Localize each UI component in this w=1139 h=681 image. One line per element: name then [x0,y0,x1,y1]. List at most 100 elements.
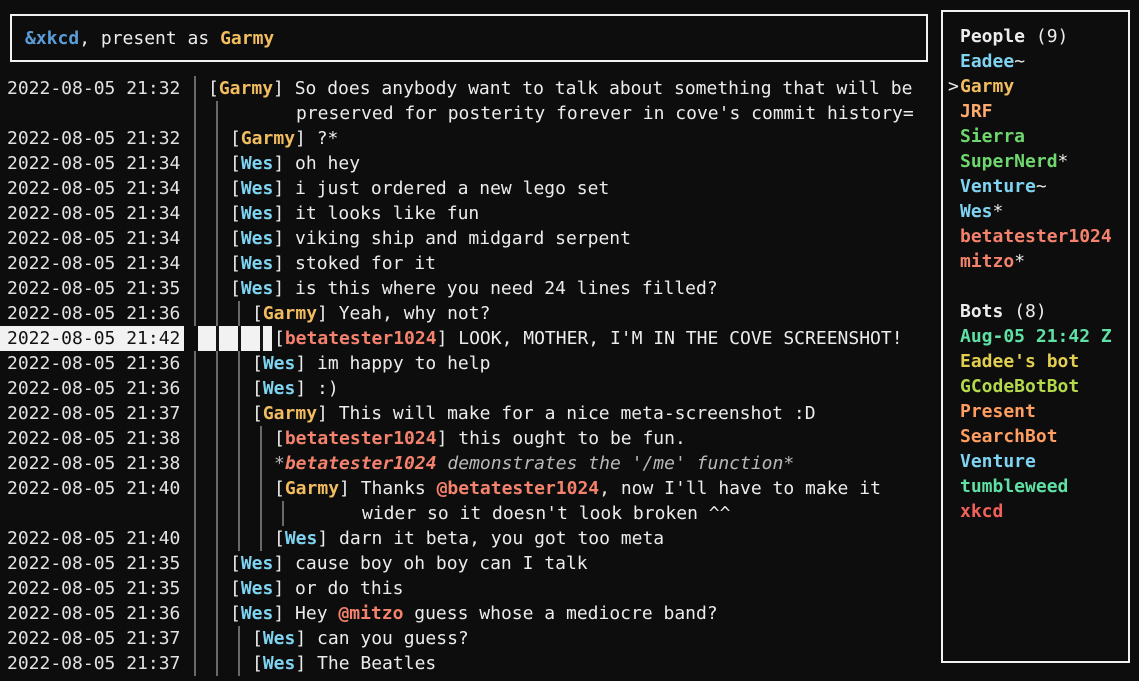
thread-bar [216,601,218,626]
person-item-betatester1024[interactable]: betatester1024 [943,224,1128,249]
thread-bar [216,626,218,651]
bot-item-aug-05-21-42-z[interactable]: Aug-05 21:42 Z [943,324,1128,349]
thread-bar [216,126,218,151]
person-item-supernerd[interactable]: SuperNerd* [943,149,1128,174]
timestamp: 2022-08-05 21:37 [7,651,180,676]
chat-row[interactable]: 2022-08-05 21:34[Wes] viking ship and mi… [0,226,935,251]
chat-row[interactable]: 2022-08-05 21:36[Wes] Hey @mitzo guess w… [0,601,935,626]
thread-bar [216,576,218,601]
message-text: [Wes] stoked for it [230,251,436,276]
thread-bar [194,551,196,576]
thread-bar [238,626,240,651]
person-name: Venture [960,176,1036,197]
chat-row[interactable]: 2022-08-05 21:35[Wes] cause boy oh boy c… [0,551,935,576]
timestamp: 2022-08-05 21:34 [7,226,180,251]
thread-bar [216,276,218,301]
person-item-venture[interactable]: Venture~ [943,174,1128,199]
thread-bar [216,201,218,226]
bot-item-gcodebotbot[interactable]: GCodeBotBot [943,374,1128,399]
chat-row[interactable]: 2022-08-05 21:37[Wes] The Beatles [0,651,935,676]
chat-row[interactable]: 2022-08-05 21:36[Garmy] Yeah, why not? [0,301,935,326]
chat-row[interactable]: 2022-08-05 21:34[Wes] stoked for it [0,251,935,276]
message-text: [Garmy] Thanks @betatester1024, now I'll… [274,476,881,501]
roster-panel: People (9) Eadee~>GarmyJRFSierraSuperNer… [941,10,1130,663]
chat-row[interactable]: 2022-08-05 21:35 [Wes] is this where you … [0,276,935,301]
person-item-sierra[interactable]: Sierra [943,124,1128,149]
chat-row[interactable]: preserved for posterity forever in cove'… [0,101,935,126]
thread-bar [260,526,262,551]
bot-item-present[interactable]: Present [943,399,1128,424]
thread-bar [216,551,218,576]
presence-suffix: ~ [1036,176,1047,197]
thread-bar [194,251,196,276]
chat-row[interactable]: 2022-08-05 21:32[Garmy] ?* [0,126,935,151]
thread-bar [238,426,240,451]
people-list: Eadee~>GarmyJRFSierraSuperNerd*Venture~W… [943,49,1128,274]
thread-bar [194,376,196,401]
highlight-gap [184,326,198,351]
thread-bar [238,651,240,676]
message-text: [Garmy] This will make for a nice meta-s… [252,401,816,426]
bots-title: Bots [960,301,1003,322]
chat-row[interactable]: 2022-08-05 21:40 [Garmy] Thanks @betatest… [0,476,935,501]
chat-log: 2022-08-05 21:32 [Garmy] So does anybody … [0,76,935,676]
chat-row[interactable]: 2022-08-05 21:35[Wes] or do this [0,576,935,601]
timestamp: 2022-08-05 21:35 [7,276,180,301]
bot-item-eadee-s-bot[interactable]: Eadee's bot [943,349,1128,374]
timestamp: 2022-08-05 21:40 [7,526,180,551]
bot-name: xkcd [960,501,1003,522]
chat-row[interactable]: 2022-08-05 21:38[betatester1024] this ou… [0,426,935,451]
thread-bar [216,351,218,376]
thread-bar [260,451,262,476]
thread-bar [194,351,196,376]
timestamp: 2022-08-05 21:36 [7,601,180,626]
thread-bar [216,176,218,201]
message-text: [Garmy] So does anybody want to talk abo… [208,76,912,101]
thread-bar [216,226,218,251]
message-text: *betatester1024 demonstrates the '/me' f… [274,451,794,476]
thread-bar [216,451,218,476]
thread-bar [194,601,196,626]
person-item-wes[interactable]: Wes* [943,199,1128,224]
person-item-mitzo[interactable]: mitzo* [943,249,1128,274]
message-text: [Wes] cause boy oh boy can I talk [230,551,588,576]
chat-row[interactable]: 2022-08-05 21:32[Garmy] So does anybody … [0,76,935,101]
chat-row[interactable]: wider so it doesn't look broken ^^ [0,501,935,526]
chat-row[interactable]: 2022-08-05 21:34[Wes] oh hey [0,151,935,176]
bot-item-venture[interactable]: Venture [943,449,1128,474]
person-item-garmy[interactable]: >Garmy [943,74,1128,99]
message-text: [Wes] is this where you need 24 lines fi… [230,276,718,301]
person-name: betatester1024 [960,226,1112,247]
timestamp: 2022-08-05 21:32 [7,126,180,151]
message-text: preserved for posterity forever in cove'… [296,101,914,126]
chat-row[interactable]: 2022-08-05 21:36 [Wes] :) [0,376,935,401]
timestamp: 2022-08-05 21:40 [7,476,180,501]
thread-bar [216,401,218,426]
presence-suffix: * [1014,251,1025,272]
chat-row[interactable]: 2022-08-05 21:34[Wes] i just ordered a n… [0,176,935,201]
chat-row-selected[interactable]: 2022-08-05 21:42[betatester1024] LOOK, M… [0,326,935,351]
bot-item-tumbleweed[interactable]: tumbleweed [943,474,1128,499]
person-item-eadee[interactable]: Eadee~ [943,49,1128,74]
bots-section-title: Bots (8) [943,299,1128,324]
message-text: [Wes] :) [252,376,339,401]
bot-item-searchbot[interactable]: SearchBot [943,424,1128,449]
chat-row[interactable]: 2022-08-05 21:38*betatester1024 demonstr… [0,451,935,476]
chat-row[interactable]: 2022-08-05 21:40[Wes] darn it beta, you … [0,526,935,551]
bot-name: SearchBot [960,426,1058,447]
timestamp: 2022-08-05 21:38 [7,426,180,451]
bot-item-xkcd[interactable]: xkcd [943,499,1128,524]
message-text: [Garmy] Yeah, why not? [252,301,490,326]
timestamp: 2022-08-05 21:37 [7,626,180,651]
person-item-jrf[interactable]: JRF [943,99,1128,124]
chat-row[interactable]: 2022-08-05 21:36[Wes] im happy to help [0,351,935,376]
thread-bar [260,476,262,501]
chat-row[interactable]: 2022-08-05 21:37[Wes] can you guess? [0,626,935,651]
chat-row[interactable]: 2022-08-05 21:37[Garmy] This will make f… [0,401,935,426]
message-text: [betatester1024] LOOK, MOTHER, I'M IN TH… [274,326,903,351]
thread-bar [216,301,218,326]
thread-bar [216,426,218,451]
chat-row[interactable]: 2022-08-05 21:34[Wes] it looks like fun [0,201,935,226]
timestamp: 2022-08-05 21:36 [7,376,180,401]
thread-bar [194,451,196,476]
